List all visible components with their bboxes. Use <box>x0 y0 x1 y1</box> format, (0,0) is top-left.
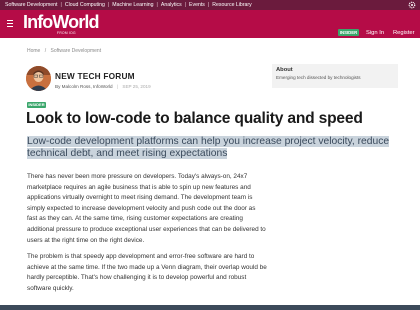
about-title: About <box>276 67 293 73</box>
about-panel: About Emerging tech dissected by technol… <box>272 64 398 88</box>
article-paragraph: The problem is that speedy app developme… <box>27 253 267 292</box>
nav-analytics[interactable]: Analytics <box>161 2 182 8</box>
bottom-bar <box>0 305 420 310</box>
nav-machine-learning[interactable]: Machine Learning <box>112 2 153 8</box>
article-paragraph: There has never been more pressure on de… <box>27 173 266 244</box>
nav-software-development[interactable]: Software Development <box>5 2 57 8</box>
hamburger-menu-icon[interactable] <box>7 20 13 27</box>
breadcrumb-software-development[interactable]: Software Development <box>51 48 102 54</box>
breadcrumb-home[interactable]: Home <box>27 48 40 54</box>
gear-icon[interactable] <box>408 1 416 9</box>
forum-title[interactable]: NEW TECH FORUM <box>55 71 135 81</box>
nav-events[interactable]: Events <box>189 2 205 8</box>
register-link[interactable]: Register <box>393 30 415 36</box>
about-description: Emerging tech dissected by technologists <box>276 75 361 80</box>
insider-badge[interactable]: INSIDER <box>338 29 359 36</box>
nav-resource-library[interactable]: Resource Library <box>212 2 252 8</box>
nav-separator: | <box>184 2 187 8</box>
byline-author[interactable]: By Malcolm Ross, InfoWorld <box>55 84 113 89</box>
article-body: There has never been more pressure on de… <box>27 172 267 301</box>
author-avatar[interactable] <box>26 66 51 91</box>
subheadline-text: Low-code development platforms can help … <box>27 136 390 159</box>
nav-separator: | <box>60 2 62 8</box>
byline-date: SEP 25, 2019 <box>122 84 151 89</box>
logo-subtitle: FROM IDG <box>57 31 76 35</box>
byline-separator: | <box>116 84 119 89</box>
sign-in-link[interactable]: Sign In <box>366 30 384 36</box>
nav-separator: | <box>107 2 110 8</box>
nav-separator: | <box>156 2 158 8</box>
nav-separator: | <box>207 2 210 8</box>
article-headline: Look to low-code to balance quality and … <box>26 110 363 127</box>
nav-cloud-computing[interactable]: Cloud Computing <box>65 2 105 8</box>
article-subheadline: Low-code development platforms can help … <box>27 136 397 160</box>
site-logo[interactable]: InfoWorld <box>23 12 99 32</box>
site-header: InfoWorld FROM IDG INSIDER Sign In Regis… <box>0 10 420 38</box>
top-nav-bar: Software Development | Cloud Computing |… <box>0 0 420 10</box>
byline: By Malcolm Ross, InfoWorld | SEP 25, 201… <box>55 84 151 89</box>
insider-article-tag: INSIDER <box>27 102 46 108</box>
breadcrumb: Home / Software Development <box>27 48 101 54</box>
breadcrumb-separator: / <box>44 48 47 54</box>
